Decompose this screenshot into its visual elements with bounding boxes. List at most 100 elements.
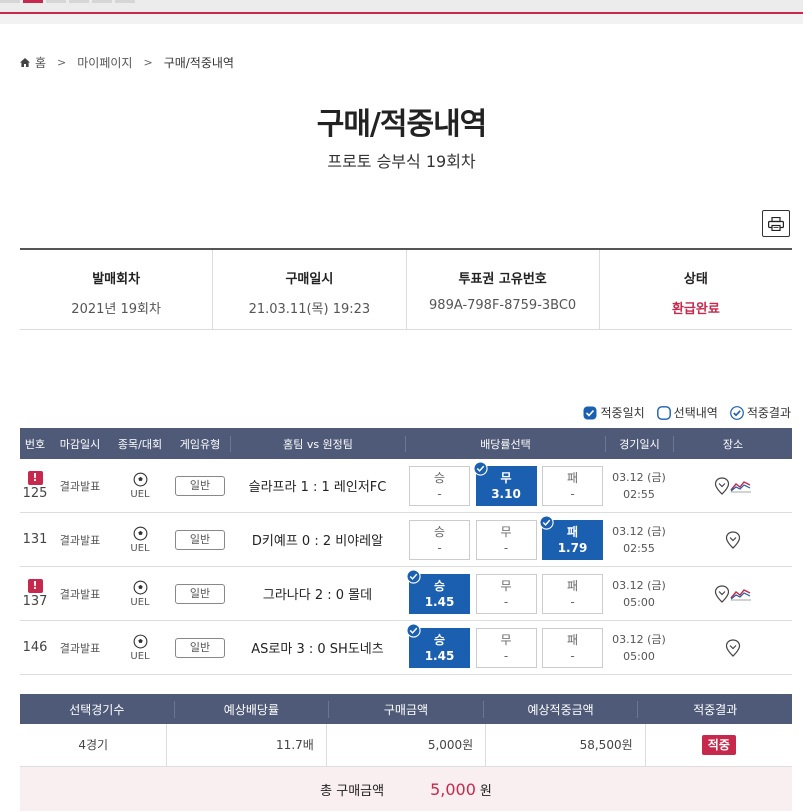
- breadcrumb-current: 구매/적중내역: [163, 56, 234, 70]
- check-circle-icon: [406, 622, 421, 638]
- odds-lose[interactable]: 패-: [542, 465, 603, 506]
- exclamation-icon: !: [27, 470, 43, 485]
- info-round-value: 2021년 19회차: [71, 302, 161, 317]
- info-date-value: 21.03.11(목) 19:23: [248, 302, 371, 317]
- row-number: 131: [20, 532, 50, 547]
- map-pin-icon[interactable]: [714, 584, 730, 603]
- row-gametype: 일반: [170, 475, 230, 496]
- page-subtitle: 프로토 승부식 19회차: [327, 152, 476, 171]
- home-icon[interactable]: [20, 58, 30, 67]
- row-number-value: 137: [22, 593, 48, 609]
- row-date-day: 03.12 (금): [612, 578, 666, 592]
- row-place: [673, 584, 792, 603]
- trend-chart-icon[interactable]: [729, 479, 752, 493]
- odds-draw[interactable]: 무-: [475, 519, 537, 560]
- row-deadline: 결과발표: [59, 533, 101, 547]
- row-sport: UEL: [110, 634, 170, 662]
- soccer-ball-icon: [133, 580, 147, 594]
- header-match: 홈팀 vs 원정팀: [230, 435, 405, 452]
- trend-chart-icon[interactable]: [729, 587, 752, 601]
- info-ticket-value: 989A-798F-8759-3BC0: [429, 298, 577, 313]
- legend-result-label: 적중결과: [746, 406, 791, 420]
- breadcrumb: 홈 > 마이페이지 > 구매/적중내역: [20, 54, 234, 71]
- top-tab-active[interactable]: [23, 0, 43, 3]
- row-odds: 승- 무- 패 1.79: [405, 514, 605, 560]
- row-date: 03.12 (금) 05:00: [605, 577, 673, 611]
- row-place: [673, 638, 792, 657]
- status-badge: 환급완료: [671, 302, 720, 317]
- odds-draw[interactable]: 무-: [475, 573, 537, 614]
- gametype-badge: 일반: [175, 475, 225, 496]
- check-circle-icon: [472, 460, 488, 476]
- gametype-badge: 일반: [175, 529, 225, 550]
- row-match: AS로마 3 : 0 SH도네츠: [251, 642, 384, 657]
- row-odds: 승 1.45 무- 패-: [405, 622, 605, 668]
- total-amount-bar: 총 구매금액 5,000 원: [20, 767, 792, 811]
- row-deadline: 결과발표: [59, 641, 101, 655]
- row-odds: 승- 무 3.10 패-: [405, 460, 605, 506]
- top-tab[interactable]: [46, 0, 66, 3]
- top-tab[interactable]: [115, 0, 135, 3]
- odds-draw[interactable]: 무-: [475, 627, 537, 668]
- row-match: D키예프 0 : 2 비야레알: [251, 534, 384, 549]
- print-button[interactable]: [762, 210, 790, 237]
- breadcrumb-mypage[interactable]: 마이페이지: [77, 54, 132, 71]
- row-number-value: 125: [22, 485, 48, 501]
- row-gametype: 일반: [170, 583, 230, 604]
- page-title: 구매/적중내역: [316, 107, 488, 142]
- top-tab[interactable]: [92, 0, 112, 3]
- row-odds: 승 1.45 무- 패-: [405, 568, 605, 614]
- row-number: ! 125: [20, 470, 50, 501]
- row-number: ! 137: [20, 578, 50, 609]
- summary-header-count: 선택경기수: [20, 700, 175, 718]
- map-pin-icon[interactable]: [725, 638, 741, 657]
- summary-header-amount: 구매금액: [329, 700, 484, 718]
- row-date-time: 02:55: [623, 541, 655, 555]
- odds-lose-selected[interactable]: 패 1.79: [539, 514, 603, 560]
- soccer-ball-icon: [133, 472, 147, 486]
- total-unit: 원: [479, 783, 492, 799]
- summary-count: 4경기: [20, 723, 168, 767]
- summary-amount: 5,000원: [327, 723, 487, 767]
- row-sport: UEL: [110, 526, 170, 554]
- header-no: 번호: [24, 437, 46, 451]
- row-number: 146: [20, 640, 50, 655]
- summary-result: 적중: [646, 724, 792, 767]
- row-sport: UEL: [110, 580, 170, 608]
- breadcrumb-home[interactable]: 홈: [35, 54, 46, 71]
- row-date: 03.12 (금) 02:55: [605, 469, 673, 503]
- row-sport: UEL: [110, 472, 170, 500]
- header-sport: 종목/대회: [117, 437, 163, 451]
- odds-win[interactable]: 승-: [409, 519, 470, 560]
- row-league: UEL: [130, 596, 150, 608]
- result-badge: 적중: [701, 734, 736, 755]
- odds-win-selected[interactable]: 승 1.45: [406, 622, 470, 668]
- legend-match-label: 적중일치: [600, 406, 645, 420]
- top-tab[interactable]: [69, 0, 89, 3]
- legend-selection-label: 선택내역: [673, 406, 718, 420]
- odds-lose[interactable]: 패-: [542, 573, 603, 614]
- info-date: 구매일시 21.03.11(목) 19:23: [213, 250, 407, 329]
- odds-draw-selected[interactable]: 무 3.10: [472, 460, 537, 506]
- table-row: 131 결과발표 UEL 일반 D키예프 0 : 2 비야레알 승- 무- 패1…: [20, 513, 792, 567]
- row-number-value: 131: [22, 532, 48, 547]
- top-tab[interactable]: [0, 0, 20, 3]
- odds-win-selected[interactable]: 승 1.45: [406, 568, 470, 614]
- row-league: UEL: [130, 650, 150, 662]
- odds-lose[interactable]: 패-: [542, 627, 603, 668]
- map-pin-icon[interactable]: [714, 476, 730, 495]
- legend: 적중일치 선택내역 적중결과: [583, 404, 791, 421]
- summary-header-expected: 예상적중금액: [484, 700, 639, 718]
- row-place: [673, 476, 792, 495]
- legend-result: 적중결과: [729, 404, 791, 421]
- row-date-day: 03.12 (금): [612, 470, 666, 484]
- check-circle-icon: [406, 568, 421, 584]
- summary-header: 선택경기수 예상배당률 구매금액 예상적중금액 적중결과: [20, 694, 792, 724]
- odds-win[interactable]: 승-: [409, 465, 470, 506]
- summary-header-result: 적중결과: [693, 702, 738, 717]
- total-value: 5,000: [430, 779, 476, 799]
- page-content: 홈 > 마이페이지 > 구매/적중내역 구매/적중내역 프로토 승부식 19회차…: [0, 24, 803, 812]
- row-place: [673, 530, 792, 549]
- row-match: 그라나다 2 : 0 몰데: [262, 588, 373, 603]
- map-pin-icon[interactable]: [725, 530, 741, 549]
